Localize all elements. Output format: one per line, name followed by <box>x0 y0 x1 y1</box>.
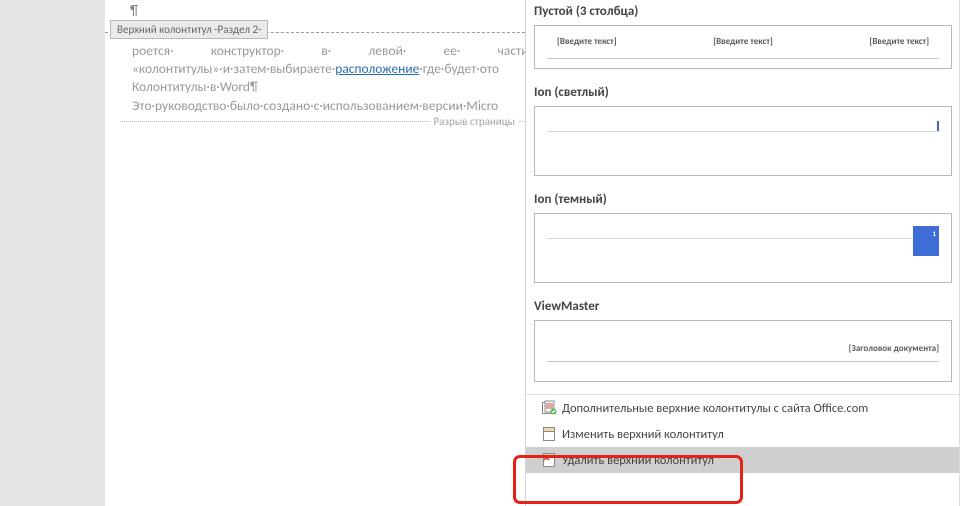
gallery-item-empty3[interactable]: [Введите текст] [Введите текст] [Введите… <box>534 25 952 69</box>
preview-placeholder-col2: [Введите текст] <box>713 36 773 47</box>
body-text-fragment: Это·руководство·было·создано·с·использов… <box>132 97 498 114</box>
gallery-group-viewmaster-title: ViewMaster <box>526 295 960 320</box>
menu-edit-header[interactable]: Изменить верхний колонтитул <box>526 421 960 447</box>
body-text-fragment: «колонтитулы»·и·затем·выбираете· <box>132 60 335 77</box>
gallery-item-ion-dark[interactable]: 1 <box>534 213 952 283</box>
gallery-item-ion-light[interactable] <box>534 106 952 176</box>
body-text-fragment: ·где·будет·ото <box>419 60 499 77</box>
gallery-item-viewmaster[interactable]: [Заголовок документа] <box>534 320 952 382</box>
gallery-group-ion-light-title: Ion (светлый) <box>526 81 960 106</box>
preview-placeholder-col1: [Введите текст] <box>557 36 617 47</box>
menu-edit-header-label: Изменить верхний колонтитул <box>562 427 724 442</box>
preview-document-title: [Заголовок документа] <box>849 343 939 354</box>
menu-more-from-office-label: Дополнительные верхние колонтитулы с сай… <box>562 401 868 416</box>
menu-remove-header-label: Удалить верхний колонтитул <box>562 453 714 468</box>
body-text-fragment: роется· конструктор· в· левой· ее· части… <box>132 42 532 59</box>
hyperlink-location[interactable]: расположение <box>335 60 419 77</box>
remove-header-icon <box>536 452 562 468</box>
gallery-group-ion-dark-title: Ion (темный) <box>526 188 960 213</box>
preview-placeholder-col3: [Введите текст] <box>869 36 929 47</box>
preview-page-number-icon: 1 <box>932 229 936 238</box>
header-section-tag[interactable]: Верхний колонтитул -Раздел 2- <box>110 20 268 39</box>
document-workspace: ¶ Верхний колонтитул -Раздел 2- роется· … <box>0 0 525 506</box>
page-break-indicator: Разрыв страницы <box>120 115 525 128</box>
edit-header-icon <box>536 426 562 442</box>
header-gallery-panel[interactable]: Пустой (3 столбца) [Введите текст] [Введ… <box>525 0 960 506</box>
page-break-label: Разрыв страницы <box>429 115 519 128</box>
menu-remove-header[interactable]: Удалить верхний колонтитул <box>526 447 960 473</box>
document-body-text: роется· конструктор· в· левой· ее· части… <box>132 42 532 115</box>
office-icon <box>536 400 562 416</box>
body-text-fragment: Колонтитулы·в·Word¶ <box>132 78 258 95</box>
pilcrow-mark: ¶ <box>130 2 138 19</box>
menu-more-from-office[interactable]: Дополнительные верхние колонтитулы с сай… <box>526 395 960 421</box>
gallery-group-empty3-title: Пустой (3 столбца) <box>526 0 960 25</box>
